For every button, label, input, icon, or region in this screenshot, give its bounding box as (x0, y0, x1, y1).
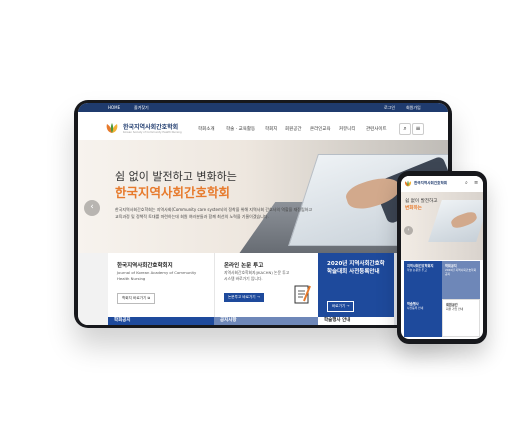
phone-screen: 한국지역사회간호학회 ⌕ ≡ 쉼 없이 발전하고 변화하는 ‹ 지역사회간호학회… (401, 176, 483, 339)
menu-item-academic[interactable]: 학술 · 교육활동 (226, 126, 255, 132)
card-conference[interactable]: 2020년 지역사회간호학 학술대회 사전등록안내 바로가기 → (318, 253, 394, 325)
menu-item-members[interactable]: 회원공간 (285, 126, 302, 132)
home-link[interactable]: HOME (108, 103, 120, 112)
card-journal-sub: Journal of Korean Academy of Community H… (117, 270, 197, 281)
journal-button[interactable]: 학회지 바로가기 ⧉ (117, 293, 156, 304)
card-journal: 한국지역사회간호학회지 Journal of Korean Academy of… (108, 253, 214, 325)
top-utility-bar: HOME 즐겨찾기 로그인 회원가입 (78, 103, 448, 112)
submission-button[interactable]: 논문투고 바로가기 → (224, 293, 264, 302)
phone-hero-title: 변화하는 (405, 206, 422, 211)
join-link[interactable]: 회원가입 (406, 103, 421, 112)
menu-item-journal[interactable]: 학회지 (265, 126, 277, 132)
event-strip[interactable]: 학술행사 안내 (318, 317, 394, 325)
card-journal-title: 한국지역사회간호학회지 (117, 263, 173, 269)
site-logo-text[interactable]: 한국지역사회간호학회 (123, 122, 178, 131)
menu-item-community[interactable]: 커뮤니티 (339, 126, 356, 132)
phone-card-notice[interactable]: 학회공지 2020년 지역사회간호학회 공지 (442, 261, 480, 299)
hero-title: 한국지역사회간호학회 (115, 185, 231, 200)
society-logo-icon (404, 180, 412, 187)
card-submission-sub: 지역사회간호학회지(JKACHN) 논문 투고 시스템 바로가기 입니다. (224, 270, 290, 281)
conference-button[interactable]: 바로가기 → (327, 301, 355, 312)
chevron-left-icon[interactable]: ‹ (84, 200, 100, 216)
document-pen-icon (294, 285, 311, 304)
hero-description: 한국지역사회간호학회는 지역사회(Community care system)의… (115, 207, 313, 219)
menu-item-about[interactable]: 학회소개 (198, 126, 215, 132)
phone-header: 한국지역사회간호학회 ⌕ ≡ (401, 176, 483, 193)
login-link[interactable]: 로그인 (384, 103, 395, 112)
news-strip[interactable]: 공지사항 (214, 317, 318, 325)
phone-logo-text[interactable]: 한국지역사회간호학회 (414, 181, 447, 186)
phone-hero-heading: 쉼 없이 발전하고 (405, 199, 438, 204)
notice-strip[interactable]: 학회공지 (108, 317, 214, 325)
search-icon[interactable]: ⌕ (465, 180, 471, 186)
phone-card-event[interactable]: 학술행사 사전등록 안내 (404, 299, 442, 337)
tablet-screen: HOME 즐겨찾기 로그인 회원가입 한국지역사회간호학회 Korean Soc… (78, 103, 448, 325)
menu-item-online-edu[interactable]: 온라인교육 (310, 126, 331, 132)
society-logo-icon (106, 123, 118, 133)
card-submission-title: 온라인 논문 투고 (224, 263, 264, 269)
site-logo-subtitle: Korean Society of Community Health Nursi… (123, 131, 182, 134)
bookmark-link[interactable]: 즐겨찾기 (134, 103, 149, 112)
phone-hero: 쉼 없이 발전하고 변화하는 ‹ (401, 192, 483, 260)
quick-cards: 한국지역사회간호학회지 Journal of Korean Academy of… (78, 253, 448, 325)
menu-icon[interactable]: ≡ (474, 180, 480, 186)
chevron-left-icon[interactable]: ‹ (404, 226, 413, 235)
card-conference-title: 2020년 지역사회간호학 학술대회 사전등록안내 (327, 261, 385, 275)
main-nav: 한국지역사회간호학회 Korean Society of Community H… (78, 112, 448, 141)
search-icon[interactable]: ⌕ (399, 123, 411, 135)
phone-card-members[interactable]: 회원공간 회원 가입 안내 (442, 299, 480, 337)
menu-icon[interactable]: ≡ (412, 123, 424, 135)
menu-item-links[interactable]: 관련사이트 (366, 126, 387, 132)
phone-card-journal[interactable]: 지역사회간호학회지 학술 논문을 투고 (404, 261, 442, 299)
card-submission: 온라인 논문 투고 지역사회간호학회지(JKACHN) 논문 투고 시스템 바로… (214, 253, 319, 325)
hero-banner: ‹ 쉼 없이 발전하고 변화하는 한국지역사회간호학회 한국지역사회간호학회는 … (78, 140, 448, 253)
